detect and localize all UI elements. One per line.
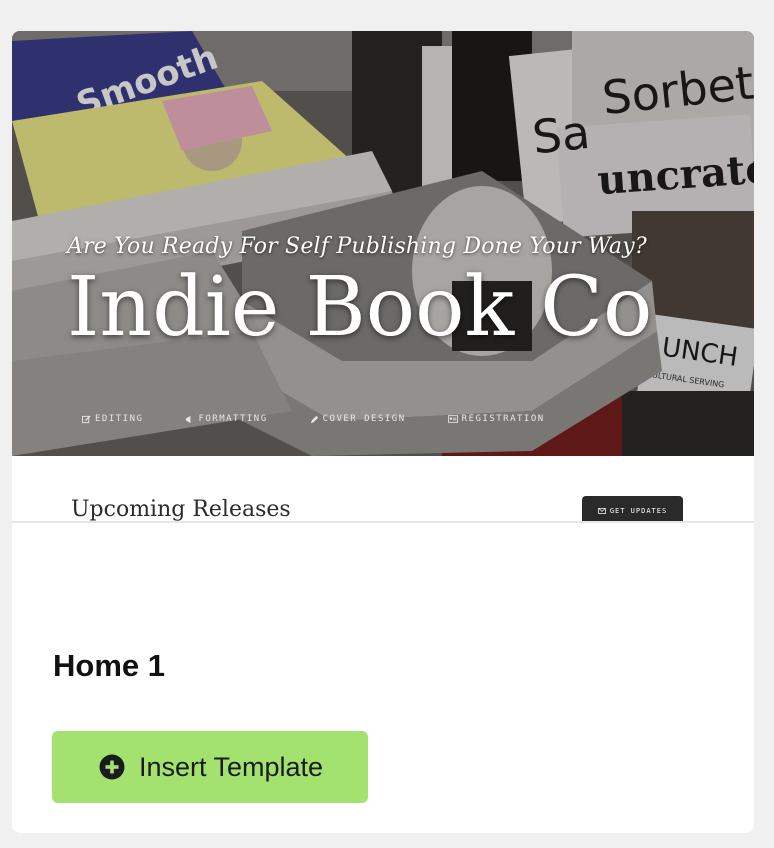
- edit-icon: [82, 414, 91, 423]
- get-updates-button: GET UPDATES: [582, 496, 683, 523]
- id-card-icon: [447, 415, 458, 423]
- hero-nav-editing: EDITING: [82, 414, 143, 424]
- hero-nav-cover-design: COVER DESIGN: [310, 414, 406, 424]
- insert-template-button[interactable]: Insert Template: [52, 731, 368, 803]
- pencil-icon: [310, 415, 318, 423]
- upcoming-releases-heading: Upcoming Releases: [71, 497, 291, 522]
- template-title: Home 1: [53, 648, 165, 683]
- hero-nav-cover-design-label: COVER DESIGN: [322, 414, 406, 424]
- hero-title: Indie Book Co: [67, 260, 653, 355]
- hero-nav-registration: REGISTRATION: [447, 414, 545, 424]
- hero-nav-editing-label: EDITING: [95, 414, 144, 424]
- hero-image: Sorbet uncrate Sa UNCH A CULTURAL SERVIN…: [12, 31, 754, 456]
- insert-template-label: Insert Template: [138, 751, 324, 782]
- preview-divider: [12, 521, 754, 523]
- hero-nav-formatting: FORMATTING: [185, 414, 267, 424]
- template-preview[interactable]: Sorbet uncrate Sa UNCH A CULTURAL SERVIN…: [12, 31, 754, 523]
- template-card: Sorbet uncrate Sa UNCH A CULTURAL SERVIN…: [12, 31, 754, 833]
- hero-nav-registration-label: REGISTRATION: [461, 414, 545, 424]
- get-updates-label: GET UPDATES: [609, 507, 668, 515]
- hero-nav: EDITING FORMATTING COVER DESIGN REGISTRA…: [82, 414, 545, 424]
- plus-circle-icon: [99, 754, 125, 780]
- envelope-icon: [598, 508, 606, 514]
- hero-tagline: Are You Ready For Self Publishing Done Y…: [67, 234, 647, 259]
- megaphone-icon: [186, 415, 191, 423]
- hero-nav-formatting-label: FORMATTING: [198, 414, 268, 424]
